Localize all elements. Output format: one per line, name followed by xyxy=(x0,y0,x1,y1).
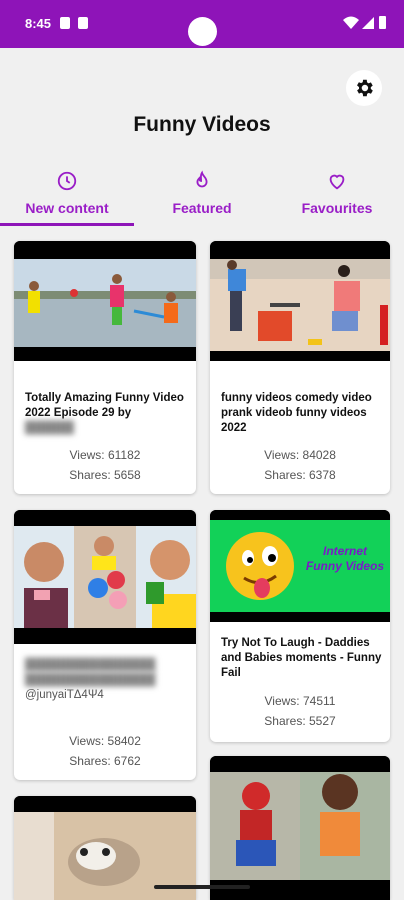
page-title: Funny Videos xyxy=(133,113,271,136)
video-thumbnail[interactable] xyxy=(210,241,390,361)
tab-favourites[interactable]: Favourites xyxy=(270,166,404,226)
notification-icon xyxy=(78,17,88,29)
status-time: 8:45 xyxy=(25,16,52,31)
video-card[interactable]: funny videos comedy video prank videob f… xyxy=(210,241,390,494)
status-bar: 8:45 xyxy=(0,0,404,48)
tab-label: Favourites xyxy=(301,200,373,216)
settings-button[interactable] xyxy=(346,70,382,106)
views-count: Views: 58402 xyxy=(69,734,141,748)
gear-icon xyxy=(357,79,373,97)
video-title: ████████████████ ████████████████ @junya… xyxy=(25,659,156,701)
views-count: Views: 74511 xyxy=(264,694,336,708)
shares-count: Shares: 6762 xyxy=(69,754,141,768)
gesture-nav-bar[interactable] xyxy=(154,885,250,889)
video-title: Totally Amazing Funny Video 2022 Episode… xyxy=(25,392,184,434)
fire-icon xyxy=(196,170,208,188)
tab-label: Featured xyxy=(172,200,232,216)
signal-icon xyxy=(362,17,374,29)
video-thumbnail[interactable] xyxy=(210,756,390,900)
active-tab-indicator xyxy=(0,223,134,226)
video-title: funny videos comedy video prank videob f… xyxy=(221,392,372,434)
system-icons xyxy=(343,16,386,29)
video-thumbnail[interactable]: Internet Funny Videos xyxy=(210,510,390,622)
views-count: Views: 84028 xyxy=(264,448,336,462)
video-thumbnail[interactable] xyxy=(14,241,196,361)
tab-new-content[interactable]: New content xyxy=(0,166,134,226)
tab-bar: New content Featured Favourites xyxy=(0,166,404,226)
thumb-caption: Internet xyxy=(322,544,367,558)
video-card[interactable] xyxy=(210,756,390,900)
wifi-icon xyxy=(343,16,359,29)
sim-icon xyxy=(60,17,70,29)
clock-icon xyxy=(57,171,77,191)
shares-count: Shares: 5658 xyxy=(69,468,141,482)
video-card[interactable]: Internet Funny Videos Try Not To Laugh -… xyxy=(210,510,390,742)
tab-label: New content xyxy=(25,200,109,216)
camera-cutout xyxy=(188,17,217,46)
tab-featured[interactable]: Featured xyxy=(134,166,270,226)
video-thumbnail[interactable] xyxy=(14,510,196,644)
video-title: Try Not To Laugh - Daddies and Babies mo… xyxy=(221,637,382,679)
shares-count: Shares: 5527 xyxy=(264,714,336,728)
battery-icon xyxy=(379,16,386,29)
views-count: Views: 61182 xyxy=(69,448,141,462)
thumb-caption: Funny Videos xyxy=(305,559,385,573)
video-card[interactable]: ████████████████ ████████████████ @junya… xyxy=(14,510,196,780)
video-card[interactable]: Totally Amazing Funny Video 2022 Episode… xyxy=(14,241,196,494)
heart-icon xyxy=(329,174,345,190)
shares-count: Shares: 6378 xyxy=(264,468,336,482)
